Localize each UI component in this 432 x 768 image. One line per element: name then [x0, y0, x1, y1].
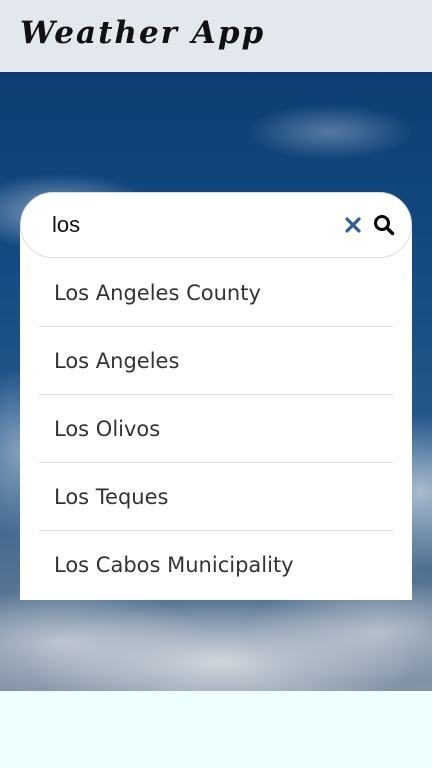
- clear-search-button[interactable]: [340, 208, 366, 242]
- suggestion-item[interactable]: Los Teques: [39, 463, 393, 531]
- search-button[interactable]: [372, 208, 398, 242]
- suggestion-item[interactable]: Los Cabos Municipality: [39, 531, 393, 599]
- search-bar: [20, 192, 412, 258]
- suggestion-item[interactable]: Los Olivos: [39, 395, 393, 463]
- suggestions-dropdown: Los Angeles County Los Angeles Los Olivo…: [20, 225, 412, 600]
- suggestions-list: Los Angeles County Los Angeles Los Olivo…: [39, 259, 393, 599]
- app-header: Weather App: [0, 0, 432, 72]
- suggestion-item[interactable]: Los Angeles: [39, 327, 393, 395]
- search-input[interactable]: [52, 205, 340, 245]
- close-icon: [345, 217, 361, 233]
- app-title: Weather App: [20, 14, 266, 51]
- suggestion-item[interactable]: Los Angeles County: [39, 259, 393, 327]
- search-icon: [374, 215, 395, 236]
